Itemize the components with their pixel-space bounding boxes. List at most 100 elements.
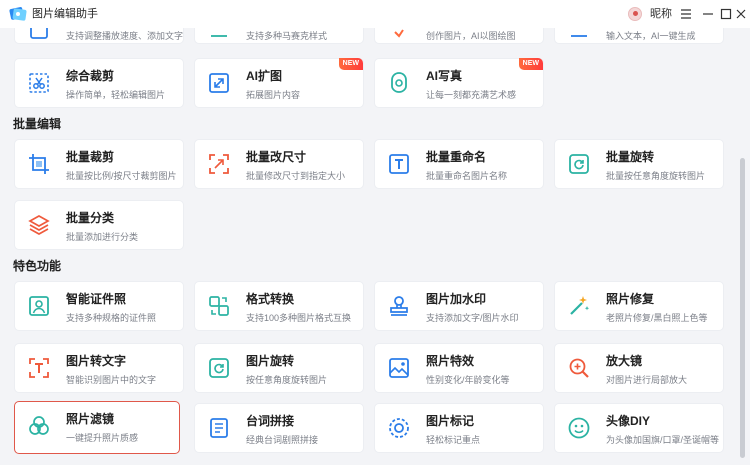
card-desc: 创作图片，AI以图绘图: [426, 31, 516, 41]
card-title: AI写真: [426, 69, 463, 83]
card-desc: 支持多种马赛克样式: [246, 31, 328, 41]
card-photo-filter[interactable]: 照片滤镜 一键提升照片质感: [14, 401, 180, 454]
avatar-diy-icon: [567, 416, 591, 440]
card-desc: 老照片修复/黑白照上色等: [606, 313, 708, 323]
card-image-marker[interactable]: 图片标记 轻松标记重点: [374, 403, 544, 453]
card-title: 图片旋转: [246, 354, 295, 368]
card-desc: 对图片进行局部放大: [606, 375, 688, 385]
title-bar: 图片编辑助手 昵称: [0, 0, 750, 28]
user-name[interactable]: 昵称: [650, 7, 672, 21]
menu-icon[interactable]: [676, 4, 696, 24]
minimize-icon[interactable]: [698, 4, 718, 24]
user-avatar[interactable]: [628, 7, 642, 21]
card-photo-effect[interactable]: 照片特效 性别变化/年龄变化等: [374, 343, 544, 393]
close-icon[interactable]: [733, 4, 749, 24]
magnifier-icon: [567, 356, 591, 380]
rename-icon: [387, 152, 411, 176]
section-title-special: 特色功能: [13, 259, 62, 273]
card-magnifier[interactable]: 放大镜 对图片进行局部放大: [554, 343, 724, 393]
card-watermark[interactable]: 图片加水印 支持添加文字/图片水印: [374, 281, 544, 331]
stamp-icon: [387, 294, 411, 318]
card-desc: 轻松标记重点: [426, 435, 481, 445]
card-desc: 拓展图片内容: [246, 90, 301, 100]
card-video-speed[interactable]: 支持调整播放速度、添加文字: [14, 28, 184, 44]
card-subtitle-stitch[interactable]: 台词拼接 经典台词剧照拼接: [194, 403, 364, 453]
card-desc: 支持100多种图片格式互换: [246, 313, 352, 323]
card-ai-text[interactable]: 输入文本，AI一键生成: [554, 28, 724, 44]
card-desc: 支持添加文字/图片水印: [426, 313, 519, 323]
marker-icon: [387, 416, 411, 440]
card-id-photo[interactable]: 智能证件照 支持多种规格的证件照: [14, 281, 184, 331]
card-batch-crop[interactable]: 批量裁剪 批量按比例/按尺寸裁剪图片: [14, 139, 184, 189]
card-desc: 批量修改尺寸到指定大小: [246, 171, 346, 181]
section-title-batch: 批量编辑: [13, 117, 62, 131]
card-batch-resize[interactable]: 批量改尺寸 批量修改尺寸到指定大小: [194, 139, 364, 189]
card-desc: 操作简单，轻松编辑图片: [66, 90, 166, 100]
rotate-icon: [567, 152, 591, 176]
card-crop[interactable]: 综合裁剪 操作简单，轻松编辑图片: [14, 58, 184, 108]
new-badge: NEW: [518, 58, 543, 70]
card-batch-rename[interactable]: 批量重命名 批量重命名图片名称: [374, 139, 544, 189]
card-desc: 智能识别图片中的文字: [66, 375, 157, 385]
card-ai-portrait[interactable]: AI写真 让每一刻都充满艺术感 NEW: [374, 58, 544, 108]
card-title: 批量裁剪: [66, 150, 115, 164]
ai-text-icon: [567, 28, 591, 42]
card-format-convert[interactable]: 格式转换 支持100多种图片格式互换: [194, 281, 364, 331]
card-title: 台词拼接: [246, 414, 295, 428]
card-batch-classify[interactable]: 批量分类 批量添加进行分类: [14, 200, 184, 250]
card-desc: 支持调整播放速度、添加文字: [66, 31, 184, 41]
card-avatar-diy[interactable]: 头像DIY 为头像加国旗/口罩/圣诞帽等: [554, 403, 724, 453]
scrollbar-thumb[interactable]: [740, 158, 745, 458]
effect-icon: [387, 356, 411, 380]
card-title: 智能证件照: [66, 292, 127, 306]
card-title: 批量旋转: [606, 150, 655, 164]
crop-icon: [27, 71, 51, 95]
card-mosaic[interactable]: 支持多种马赛克样式: [194, 28, 364, 44]
card-title: 批量改尺寸: [246, 150, 307, 164]
card-desc: 批量重命名图片名称: [426, 171, 508, 181]
card-desc: 按任意角度旋转图片: [246, 375, 328, 385]
card-title: 头像DIY: [606, 414, 651, 428]
expand-icon: [207, 71, 231, 95]
mosaic-icon: [207, 28, 231, 42]
filter-icon: [27, 414, 51, 438]
card-title: 批量重命名: [426, 150, 487, 164]
card-title: AI扩图: [246, 69, 283, 83]
card-title: 批量分类: [66, 211, 115, 225]
card-title: 放大镜: [606, 354, 643, 368]
card-title: 图片加水印: [426, 292, 487, 306]
ai-draw-icon: [387, 28, 411, 42]
card-title: 照片滤镜: [66, 412, 115, 426]
card-desc: 输入文本，AI一键生成: [606, 31, 696, 41]
magic-wand-icon: [567, 294, 591, 318]
card-photo-repair[interactable]: 照片修复 老照片修复/黑白照上色等: [554, 281, 724, 331]
layers-icon: [27, 213, 51, 237]
card-image-rotate[interactable]: 图片旋转 按任意角度旋转图片: [194, 343, 364, 393]
batch-crop-icon: [27, 152, 51, 176]
feature-list[interactable]: 支持调整播放速度、添加文字 支持多种马赛克样式 创作图片，AI以图绘图 输入文本…: [0, 28, 750, 465]
card-title: 图片转文字: [66, 354, 127, 368]
card-desc: 批量按比例/按尺寸裁剪图片: [66, 171, 177, 181]
new-badge: NEW: [338, 58, 363, 70]
rotate-image-icon: [207, 356, 231, 380]
card-title: 照片修复: [606, 292, 655, 306]
card-desc: 为头像加国旗/口罩/圣诞帽等: [606, 435, 720, 445]
card-desc: 经典台词剧照拼接: [246, 435, 319, 445]
card-desc: 性别变化/年龄变化等: [426, 375, 510, 385]
convert-icon: [207, 294, 231, 318]
portrait-icon: [387, 71, 411, 95]
card-title: 综合裁剪: [66, 69, 115, 83]
card-desc: 批量按任意角度旋转图片: [606, 171, 706, 181]
card-desc: 让每一刻都充满艺术感: [426, 90, 517, 100]
card-desc: 批量添加进行分类: [66, 232, 139, 242]
card-batch-rotate[interactable]: 批量旋转 批量按任意角度旋转图片: [554, 139, 724, 189]
card-ai-draw[interactable]: 创作图片，AI以图绘图: [374, 28, 544, 44]
card-ai-expand[interactable]: AI扩图 拓展图片内容 NEW: [194, 58, 364, 108]
card-title: 格式转换: [246, 292, 295, 306]
card-ocr[interactable]: 图片转文字 智能识别图片中的文字: [14, 343, 184, 393]
video-speed-icon: [27, 28, 51, 42]
ocr-icon: [27, 356, 51, 380]
resize-icon: [207, 152, 231, 176]
card-desc: 一键提升照片质感: [66, 433, 139, 443]
app-title: 图片编辑助手: [32, 8, 98, 20]
